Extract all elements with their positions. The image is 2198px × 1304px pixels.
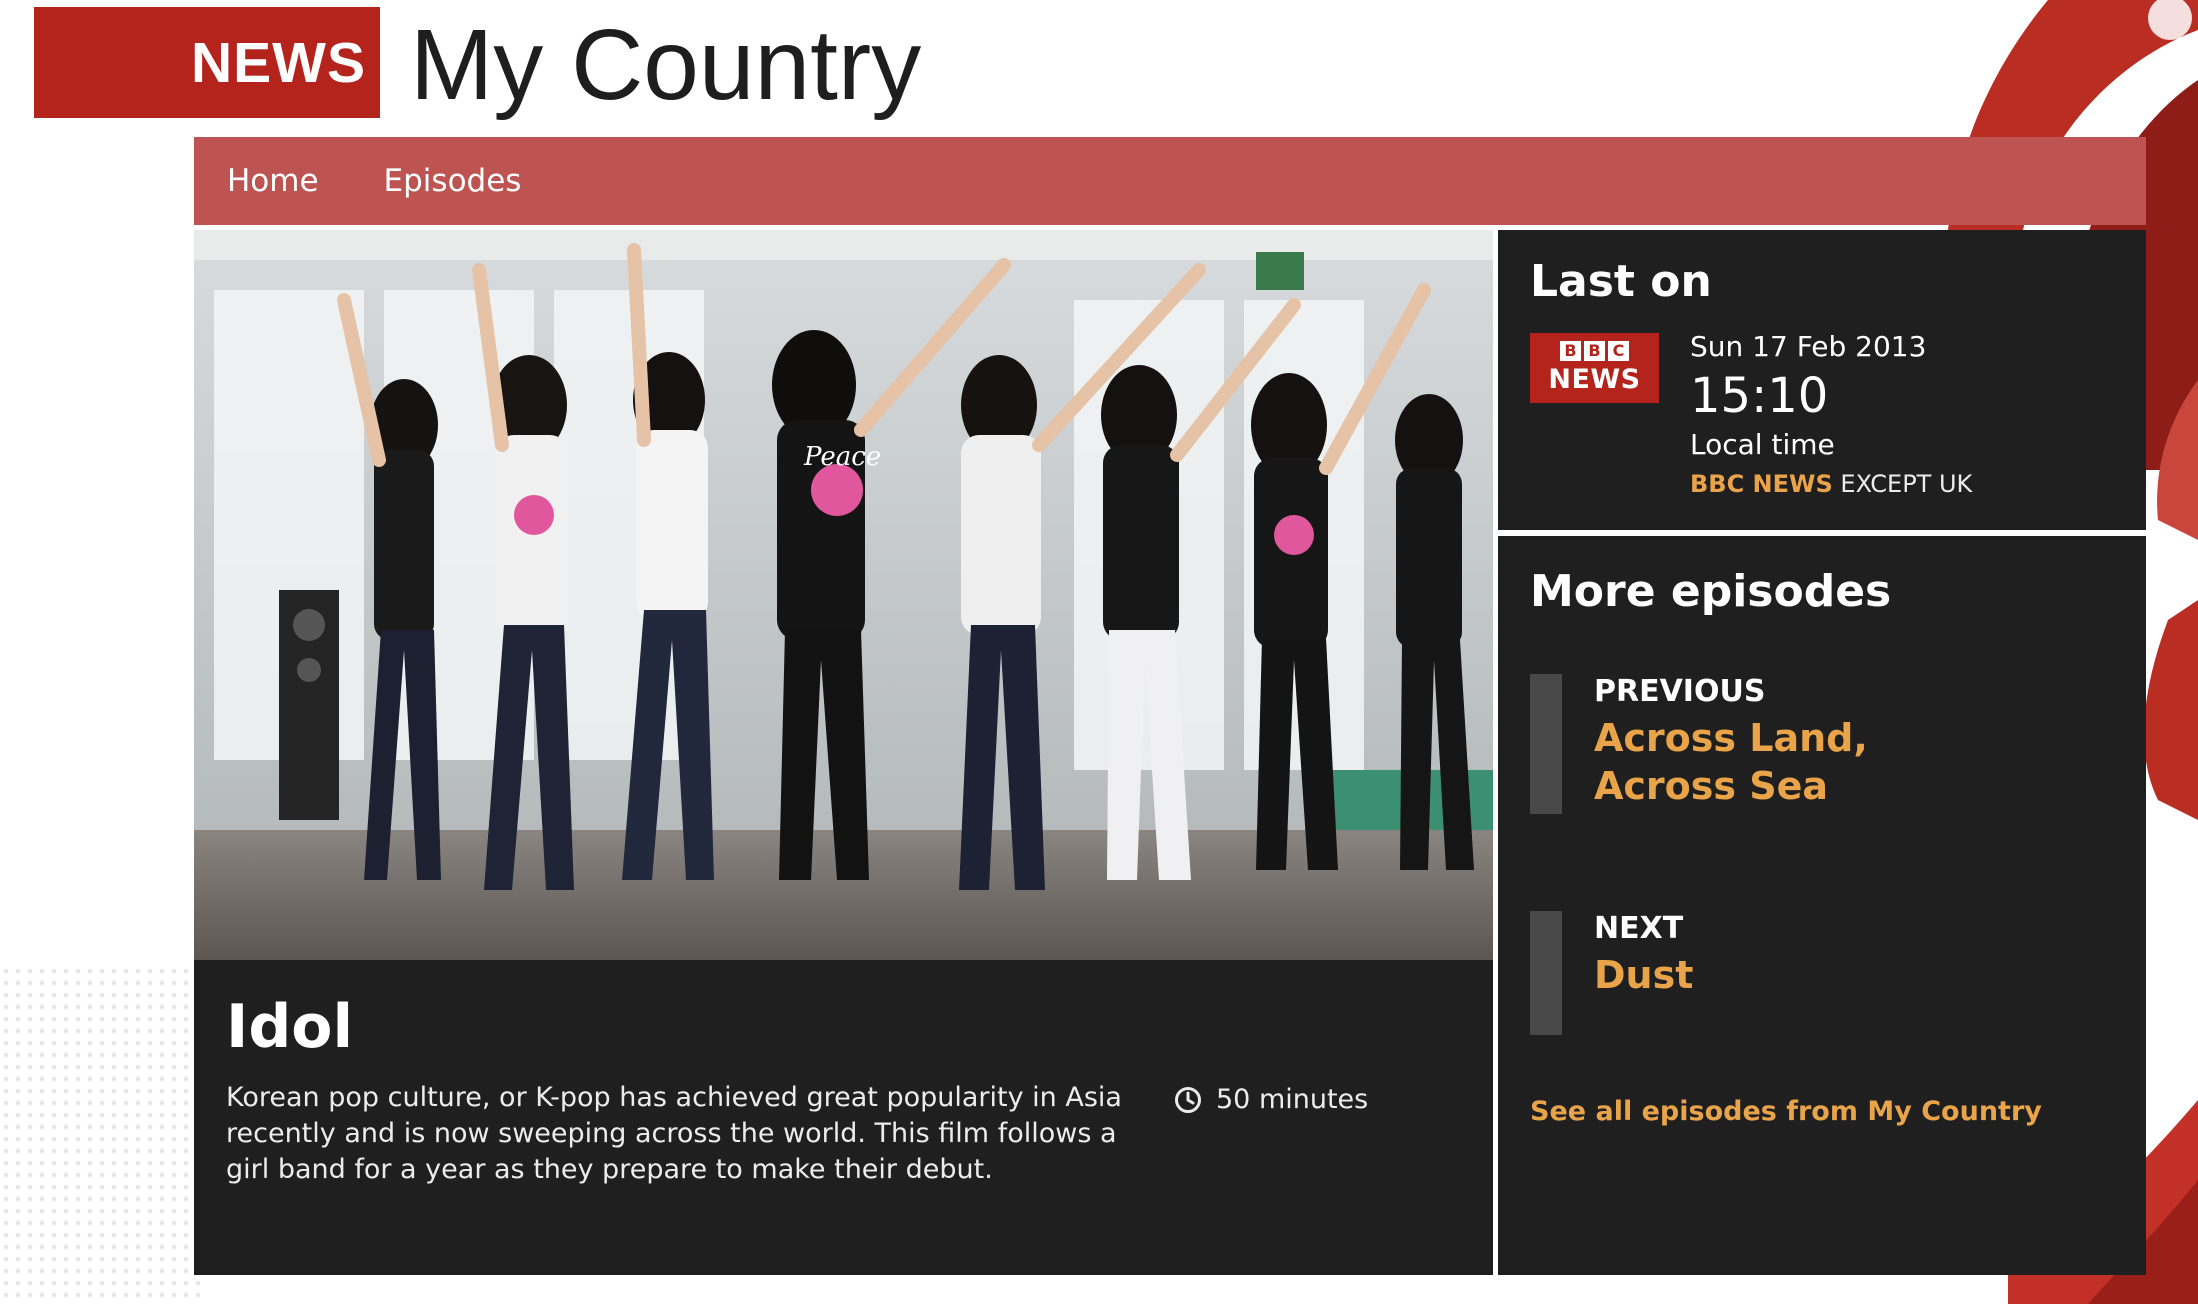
news-logo-text: NEWS <box>191 30 366 95</box>
bbc-news-word: NEWS <box>1548 364 1641 395</box>
main-nav: Home Episodes <box>194 137 2146 225</box>
channel-region: EXCEPT UK <box>1832 470 1973 498</box>
more-episodes-panel: More episodes PREVIOUS Across Land, Acro… <box>1498 536 2146 1275</box>
bbc-news-logo: B B C NEWS <box>1530 333 1659 403</box>
episode-info: Idol Korean pop culture, or K-pop has ac… <box>194 960 1493 1275</box>
news-logo[interactable]: NEWS <box>34 7 380 118</box>
see-all-episodes-link[interactable]: See all episodes from My Country <box>1530 1096 2042 1127</box>
more-episodes-heading: More episodes <box>1530 566 1892 617</box>
bbc-letter: B <box>1560 341 1581 361</box>
episode-title: Idol <box>226 992 354 1062</box>
last-on-channel: BBC NEWS EXCEPT UK <box>1690 470 1972 498</box>
nav-item-episodes[interactable]: Episodes <box>384 163 522 199</box>
nav-item-home[interactable]: Home <box>227 163 319 199</box>
last-on-panel: Last on B B C NEWS Sun 17 Feb 2013 15:10… <box>1498 230 2146 530</box>
last-on-date: Sun 17 Feb 2013 <box>1690 330 1927 363</box>
last-on-local-time: Local time <box>1690 428 1835 461</box>
page-title: My Country <box>410 9 922 121</box>
background-pattern <box>0 965 200 1304</box>
duration-text: 50 minutes <box>1216 1084 1369 1115</box>
previous-episode-link[interactable]: Across Land, Across Sea <box>1594 714 2014 810</box>
episode-description: Korean pop culture, or K-pop has achieve… <box>226 1082 1122 1185</box>
next-label: NEXT <box>1594 911 1684 946</box>
previous-label: PREVIOUS <box>1594 674 1766 709</box>
previous-marker <box>1530 674 1562 814</box>
next-episode-link[interactable]: Dust <box>1594 951 2014 999</box>
next-marker <box>1530 911 1562 1035</box>
episode-duration: 50 minutes <box>1174 1084 1368 1115</box>
channel-name[interactable]: BBC NEWS <box>1690 470 1833 498</box>
last-on-time: 15:10 <box>1690 368 1829 424</box>
episode-image: Peace <box>194 230 1493 960</box>
shirt-text: Peace <box>803 442 881 472</box>
clock-icon <box>1175 1086 1201 1113</box>
last-on-heading: Last on <box>1530 256 1712 307</box>
bbc-letter: B <box>1584 341 1605 361</box>
bbc-letter: C <box>1608 341 1629 361</box>
